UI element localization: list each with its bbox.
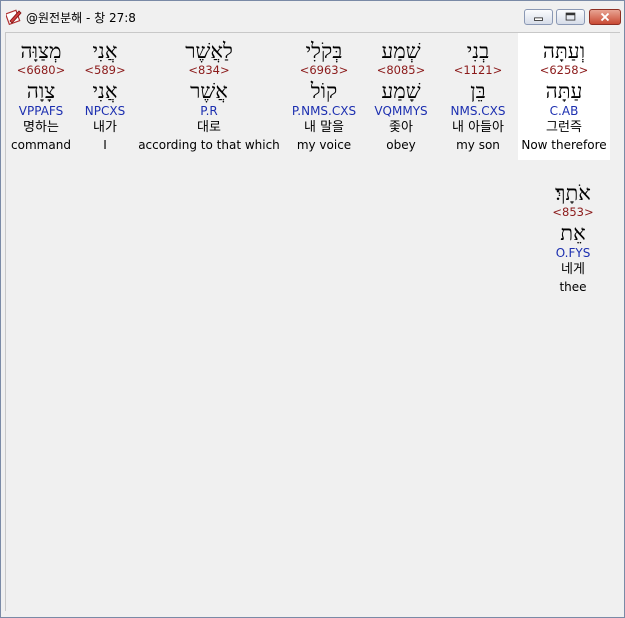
window-title: @원전분해 - 창 27:8 xyxy=(26,11,136,25)
parsing-code: C.AB xyxy=(549,104,579,118)
parsing-code: P.R xyxy=(200,104,218,118)
root-word: שָׁמַע xyxy=(381,79,421,103)
close-button[interactable] xyxy=(589,9,621,25)
strong-number[interactable]: <8085> xyxy=(368,63,434,79)
maximize-button[interactable] xyxy=(556,9,585,25)
korean-gloss: 네게 xyxy=(561,262,585,277)
word-column[interactable]: מְצַוָּה <6680> צָוָה VPPAFS 명하는 command xyxy=(8,33,74,160)
word-column[interactable]: בְּקֹלִי <6963> קוֹל P.NMS.CXS 내 말을 my voice xyxy=(288,33,360,160)
strong-number[interactable]: <589> xyxy=(80,63,130,79)
parsing-code: O.FYS xyxy=(555,246,591,260)
pencil-bible-icon xyxy=(6,9,22,25)
hebrew-word: מְצַוָּה xyxy=(20,39,62,63)
root-word: צָוָה xyxy=(26,79,56,103)
english-gloss: my voice xyxy=(296,138,352,152)
strong-number[interactable]: <6258> xyxy=(518,63,610,79)
english-gloss: according to that which xyxy=(138,138,280,152)
english-gloss: thee xyxy=(559,280,587,294)
parsing-code: P.NMS.CXS xyxy=(291,104,357,118)
english-gloss: I xyxy=(103,138,107,152)
maximize-icon xyxy=(565,12,576,21)
english-gloss: command xyxy=(11,138,71,152)
app-window: @원전분해 - 창 27:8 וְעַתָּה <6258> עַתָּה C.AB 그… xyxy=(0,0,625,618)
title-bar[interactable]: @원전분해 - 창 27:8 xyxy=(1,1,624,33)
korean-gloss: 좇아 xyxy=(389,120,413,135)
strong-number[interactable]: <1121> xyxy=(440,63,516,79)
root-word: עַתָּה xyxy=(545,79,583,103)
root-word: בֵּן xyxy=(470,79,486,103)
word-column[interactable]: אֲנִי <589> אֲנִי NPCXS 내가 I xyxy=(80,33,130,160)
korean-gloss: 내 말을 xyxy=(303,120,344,135)
english-gloss: Now therefore xyxy=(521,138,607,152)
korean-gloss: 그런즉 xyxy=(546,120,582,135)
minimize-icon xyxy=(534,17,543,21)
parsing-code: NMS.CXS xyxy=(450,104,506,118)
root-word: אֲנִי xyxy=(92,79,118,103)
interlinear-panel: וְעַתָּה <6258> עַתָּה C.AB 그런즉 Now therefore… xyxy=(5,32,620,611)
word-column[interactable]: אֹתָךְ׃ <853> אֵת O.FYS 네게 thee xyxy=(540,175,606,302)
hebrew-word: וְעַתָּה xyxy=(542,39,586,63)
korean-gloss: 내가 xyxy=(93,120,117,135)
word-column[interactable]: לַאֲשֶׁר <834> אֲשֶׁר P.R 대로 according to tha… xyxy=(136,33,282,160)
korean-gloss: 내 아들아 xyxy=(452,120,504,135)
parsing-code: VQMMYS xyxy=(374,104,428,118)
hebrew-word: בְנִי xyxy=(466,39,490,63)
hebrew-word: אֲנִי xyxy=(92,39,118,63)
strong-number[interactable]: <6680> xyxy=(8,63,74,79)
strong-number[interactable]: <834> xyxy=(136,63,282,79)
hebrew-word: אֹתָךְ׃ xyxy=(555,181,591,205)
hebrew-word: לַאֲשֶׁר xyxy=(185,39,233,63)
english-gloss: my son xyxy=(456,138,500,152)
parsing-code: NPCXS xyxy=(84,104,126,118)
strong-number[interactable]: <853> xyxy=(540,205,606,221)
root-word: אֵת xyxy=(560,221,586,245)
word-column[interactable]: וְעַתָּה <6258> עַתָּה C.AB 그런즉 Now therefore xyxy=(518,33,610,160)
english-gloss: obey xyxy=(386,138,416,152)
close-icon xyxy=(600,12,610,22)
word-column[interactable]: בְנִי <1121> בֵּן NMS.CXS 내 아들아 my son xyxy=(440,33,516,160)
hebrew-word: בְּקֹלִי xyxy=(305,39,343,63)
strong-number[interactable]: <6963> xyxy=(288,63,360,79)
korean-gloss: 명하는 xyxy=(23,120,59,135)
hebrew-word: שְׁמַע xyxy=(381,39,421,63)
root-word: אֲשֶׁר xyxy=(190,79,228,103)
parsing-code: VPPAFS xyxy=(18,104,64,118)
minimize-button[interactable] xyxy=(524,9,553,25)
root-word: קוֹל xyxy=(310,79,338,103)
word-column[interactable]: שְׁמַע <8085> שָׁמַע VQMMYS 좇아 obey xyxy=(368,33,434,160)
korean-gloss: 대로 xyxy=(197,120,221,135)
